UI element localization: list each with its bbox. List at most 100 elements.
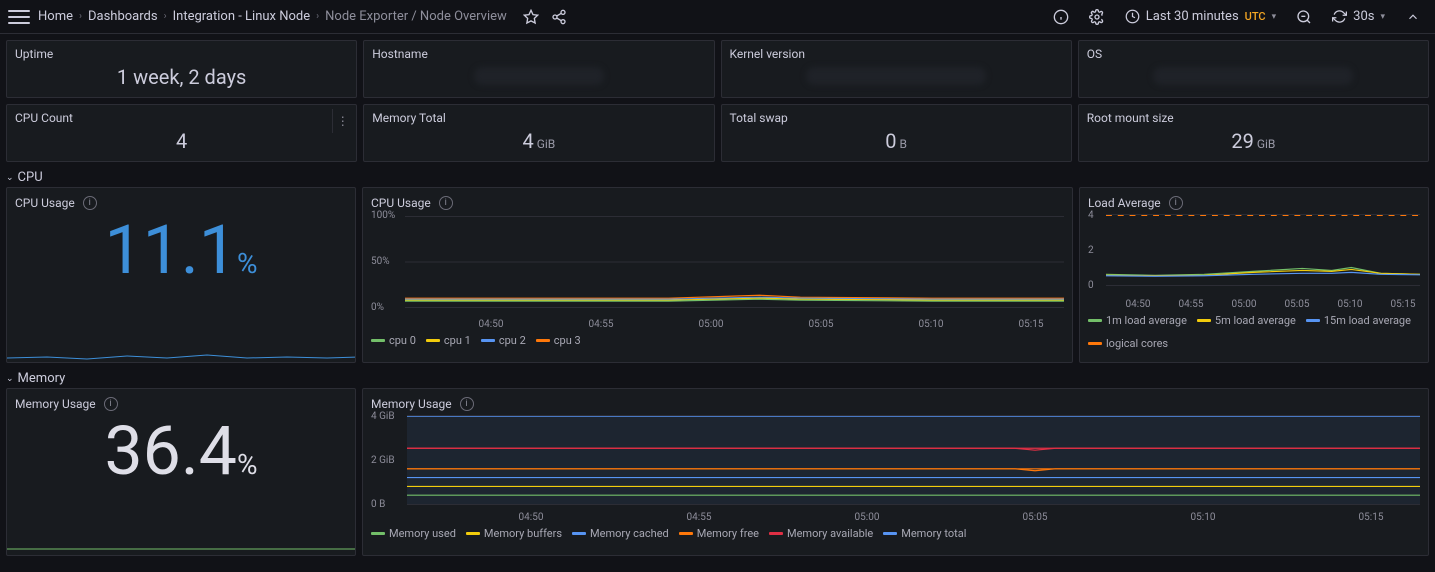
- panel-cpu-usage-stat[interactable]: CPU Usage i 11.1 %: [6, 187, 356, 363]
- x-tick: 05:00: [1232, 299, 1257, 310]
- chevron-right-icon: ›: [164, 11, 167, 22]
- legend-item[interactable]: 1m load average: [1088, 314, 1187, 327]
- sparkline: [7, 350, 356, 362]
- legend-swatch: [426, 339, 440, 342]
- breadcrumb-home[interactable]: Home: [38, 9, 73, 24]
- panel-title: Uptime: [15, 47, 348, 61]
- x-tick: 05:00: [855, 512, 880, 523]
- legend-swatch: [1197, 319, 1211, 322]
- legend-label: Memory used: [389, 527, 456, 540]
- legend-item[interactable]: Memory used: [371, 527, 456, 540]
- legend-label: logical cores: [1106, 337, 1168, 350]
- info-icon[interactable]: i: [460, 397, 474, 411]
- section-header-memory[interactable]: ⌄ Memory: [6, 369, 1429, 388]
- x-tick: 05:00: [699, 319, 724, 330]
- legend-item[interactable]: Memory buffers: [466, 527, 562, 540]
- legend-item[interactable]: Memory total: [883, 527, 966, 540]
- legend-item[interactable]: Memory cached: [572, 527, 669, 540]
- stat-kernel[interactable]: Kernel version: [721, 40, 1072, 98]
- legend-swatch: [371, 532, 385, 535]
- x-tick: 05:05: [1285, 299, 1310, 310]
- stat-hostname[interactable]: Hostname: [363, 40, 714, 98]
- stat-os[interactable]: OS: [1078, 40, 1429, 98]
- zoom-out-icon[interactable]: [1290, 3, 1318, 31]
- legend-item[interactable]: Memory available: [769, 527, 873, 540]
- info-icon[interactable]: i: [104, 397, 118, 411]
- legend-item[interactable]: 5m load average: [1197, 314, 1296, 327]
- big-stat-value: 36.4: [104, 411, 237, 491]
- redacted-value: [1153, 67, 1353, 85]
- legend-item[interactable]: cpu 1: [426, 334, 471, 347]
- panel-title: Kernel version: [730, 47, 1063, 61]
- panel-title: Load Average i: [1088, 196, 1420, 210]
- stat-cpu-count[interactable]: CPU Count ⋮ 4: [6, 104, 357, 162]
- info-icon[interactable]: i: [1169, 196, 1183, 210]
- refresh-picker[interactable]: 30s ▾: [1326, 3, 1391, 31]
- legend-label: cpu 0: [389, 334, 416, 347]
- panel-cpu-usage-chart[interactable]: CPU Usage i 100% 50% 0% 04:50 04:: [362, 187, 1073, 363]
- legend-label: cpu 3: [554, 334, 581, 347]
- stat-value: 1 week, 2 days: [117, 65, 246, 89]
- stat-uptime[interactable]: Uptime 1 week, 2 days: [6, 40, 357, 98]
- x-tick: 04:55: [589, 319, 614, 330]
- stat-total-swap[interactable]: Total swap 0B: [721, 104, 1072, 162]
- x-tick: 04:55: [1179, 299, 1204, 310]
- gear-icon[interactable]: [1083, 3, 1111, 31]
- panel-memory-usage-stat[interactable]: Memory Usage i 36.4 %: [6, 388, 356, 556]
- stat-memory-total[interactable]: Memory Total 4GiB: [363, 104, 714, 162]
- chevron-down-icon: ⌄: [6, 374, 14, 384]
- share-icon[interactable]: [545, 3, 573, 31]
- legend-swatch: [1088, 342, 1102, 345]
- legend-item[interactable]: logical cores: [1088, 337, 1168, 350]
- panel-memory-usage-chart[interactable]: Memory Usage i 4 GiB 2 GiB 0 B: [362, 388, 1429, 556]
- legend-swatch: [883, 532, 897, 535]
- stat-root-mount[interactable]: Root mount size 29GiB: [1078, 104, 1429, 162]
- legend-label: Memory buffers: [484, 527, 562, 540]
- legend-swatch: [769, 532, 783, 535]
- panel-title: Root mount size: [1087, 111, 1420, 125]
- info-icon[interactable]: i: [83, 196, 97, 210]
- breadcrumb-integration[interactable]: Integration - Linux Node: [173, 9, 311, 24]
- x-tick: 05:10: [1338, 299, 1363, 310]
- panel-menu-icon[interactable]: ⋮: [332, 109, 352, 133]
- panel-title: Hostname: [372, 47, 705, 61]
- panel-title: CPU Count: [15, 111, 348, 125]
- legend-label: 15m load average: [1324, 314, 1411, 327]
- stat-value: 4: [176, 129, 187, 153]
- star-icon[interactable]: [517, 3, 545, 31]
- timezone-label: UTC: [1245, 10, 1266, 23]
- x-tick: 05:05: [809, 319, 834, 330]
- area-chart: [407, 416, 1420, 504]
- legend-label: cpu 1: [444, 334, 471, 347]
- info-icon[interactable]: i: [439, 196, 453, 210]
- section-header-cpu[interactable]: ⌄ CPU: [6, 168, 1429, 187]
- menu-icon[interactable]: [8, 6, 30, 28]
- big-stat-unit: %: [237, 247, 258, 280]
- legend: 1m load average 5m load average 15m load a…: [1088, 314, 1420, 350]
- legend-swatch: [481, 339, 495, 342]
- legend-item[interactable]: cpu 2: [481, 334, 526, 347]
- stat-value: 0: [885, 129, 896, 153]
- legend-item[interactable]: cpu 0: [371, 334, 416, 347]
- legend-item[interactable]: cpu 3: [536, 334, 581, 347]
- breadcrumb-current: Node Exporter / Node Overview: [325, 9, 507, 24]
- panel-title: Total swap: [730, 111, 1063, 125]
- chevron-up-icon[interactable]: [1399, 3, 1427, 31]
- x-tick: 05:15: [1359, 512, 1384, 523]
- info-icon[interactable]: [1047, 3, 1075, 31]
- x-tick: 05:10: [1191, 512, 1216, 523]
- panel-load-average[interactable]: Load Average i 4 2 0 04:50 04:55 05:00: [1079, 187, 1429, 363]
- line-chart: [1106, 215, 1420, 285]
- line-chart: [405, 217, 1064, 307]
- x-tick: 05:10: [919, 319, 944, 330]
- legend-label: Memory cached: [590, 527, 669, 540]
- y-tick: 4: [1088, 210, 1094, 221]
- y-tick: 100%: [371, 210, 395, 221]
- legend-label: 1m load average: [1106, 314, 1187, 327]
- legend-item[interactable]: 15m load average: [1306, 314, 1411, 327]
- legend-label: cpu 2: [499, 334, 526, 347]
- breadcrumb-dashboards[interactable]: Dashboards: [88, 9, 158, 24]
- x-tick: 04:50: [479, 319, 504, 330]
- legend-item[interactable]: Memory free: [679, 527, 759, 540]
- time-range-picker[interactable]: Last 30 minutes UTC ▾: [1119, 3, 1282, 31]
